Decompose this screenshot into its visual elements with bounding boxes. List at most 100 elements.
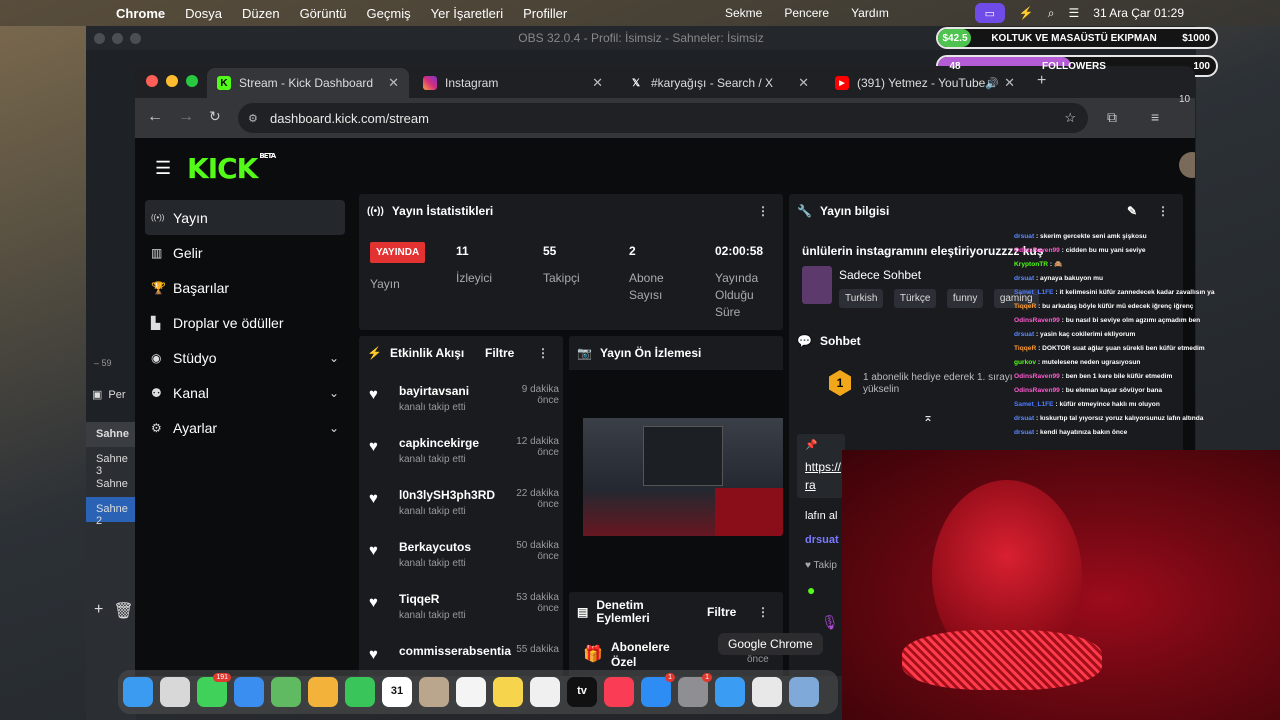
facetime-icon[interactable] <box>345 677 375 707</box>
pinned-link[interactable]: https:// <box>805 460 841 474</box>
preview-video[interactable] <box>583 418 783 536</box>
event-username[interactable]: commisserabsentia <box>399 644 511 658</box>
obs-scene-item-active[interactable]: Sahne 2 <box>86 497 136 527</box>
kick-logo[interactable]: KICK BETA <box>187 152 276 185</box>
media-controls-icon[interactable]: ≡ <box>1151 109 1159 125</box>
add-scene-icon[interactable]: + <box>94 601 103 621</box>
tag[interactable]: Türkçe <box>893 289 937 308</box>
chevron-down-icon[interactable]: ⌄ <box>329 421 339 435</box>
menu-clock[interactable]: 31 Ara Çar 01:29 <box>1093 6 1184 20</box>
close-tab-icon[interactable]: ✕ <box>388 75 399 91</box>
event-username[interactable]: capkincekirge <box>399 436 479 450</box>
notes-icon[interactable] <box>493 677 523 707</box>
close-window-button[interactable] <box>146 75 158 87</box>
menu-item-view[interactable]: Görüntü <box>300 6 347 21</box>
audio-playing-icon[interactable]: 🔊 <box>985 77 999 90</box>
tab-kick-dashboard[interactable]: K Stream - Kick Dashboard ✕ <box>207 68 409 98</box>
back-icon[interactable]: ← <box>147 108 163 126</box>
new-tab-button[interactable]: + <box>1037 72 1046 90</box>
event-username[interactable]: l0n3lySH3ph3RD <box>399 488 495 502</box>
appletv-icon[interactable]: tv <box>567 677 597 707</box>
chat-username[interactable]: drsuat <box>805 534 839 546</box>
calendar-icon[interactable]: 31 <box>382 677 412 707</box>
preview-icon[interactable] <box>789 677 819 707</box>
system-settings-icon[interactable]: 1 <box>678 673 712 707</box>
more-options-icon[interactable]: ⋮ <box>757 605 769 619</box>
freeform-icon[interactable] <box>530 677 560 707</box>
contacts-icon[interactable] <box>419 677 449 707</box>
category-thumbnail[interactable] <box>802 266 832 304</box>
sidebar-item-stüdyo[interactable]: ◉ Stüdyo ⌄ <box>145 340 345 375</box>
chrome-icon[interactable] <box>752 677 782 707</box>
more-options-icon[interactable]: ⋮ <box>537 346 549 360</box>
obs-properties-row[interactable]: ▣ Per <box>92 388 126 402</box>
event-username[interactable]: Berkaycutos <box>399 540 471 554</box>
screen-mirroring-icon[interactable]: ▭ <box>974 3 1005 23</box>
menu-app-name[interactable]: Chrome <box>116 6 165 21</box>
sidebar-item-ayarlar[interactable]: ⚙ Ayarlar ⌄ <box>145 410 345 445</box>
control-center-icon[interactable]: ☰ <box>1069 6 1080 20</box>
extensions-icon[interactable]: ⧉ <box>1107 109 1117 126</box>
obs-scene-item[interactable]: Sahne <box>86 472 136 497</box>
tab-x-search[interactable]: 𝕏 #karyağışı - Search / X ✕ <box>619 68 819 98</box>
photos-icon[interactable] <box>308 677 338 707</box>
menu-item-tab[interactable]: Sekme <box>725 6 762 20</box>
pinned-link-cont[interactable]: ra <box>805 478 816 492</box>
menu-item-profiles[interactable]: Profiller <box>523 6 567 21</box>
tab-youtube[interactable]: ▶ (391) Yetmez - YouTube 🔊 ✕ <box>825 68 1025 98</box>
minimize-window-button[interactable] <box>166 75 178 87</box>
event-username[interactable]: bayirtavsani <box>399 384 469 398</box>
hamburger-menu-icon[interactable]: ☰ <box>155 158 171 179</box>
sidebar-item-başarılar[interactable]: 🏆 Başarılar <box>145 270 345 305</box>
close-tab-icon[interactable]: ✕ <box>1004 75 1015 91</box>
site-info-icon[interactable]: ⚙ <box>248 112 258 125</box>
moderation-filter-button[interactable]: Filtre <box>707 605 736 619</box>
omnibox[interactable]: ⚙ dashboard.kick.com/stream ☆ <box>238 103 1088 133</box>
music-icon[interactable] <box>604 677 634 707</box>
safari-icon[interactable] <box>715 677 745 707</box>
sidebar-item-gelir[interactable]: ▥ Gelir <box>145 235 345 270</box>
messages-icon[interactable]: 191 <box>197 673 231 707</box>
menu-item-help[interactable]: Yardım <box>851 6 889 20</box>
sidebar-item-yayın[interactable]: ((•)) Yayın <box>145 200 345 235</box>
microphone-icon[interactable]: 🎙 <box>821 614 839 631</box>
edit-icon[interactable]: ✎ <box>1127 204 1137 218</box>
mail-icon[interactable] <box>234 677 264 707</box>
more-options-icon[interactable]: ⋮ <box>1157 204 1169 218</box>
menu-item-window[interactable]: Pencere <box>784 6 829 20</box>
spotlight-search-icon[interactable]: ⌕ <box>1048 6 1055 21</box>
collapse-icon[interactable]: ⌅ <box>923 410 933 424</box>
chevron-down-icon[interactable]: ⌄ <box>329 386 339 400</box>
chevron-down-icon[interactable]: ⌄ <box>329 351 339 365</box>
sidebar-item-droplar-ve-ödüller[interactable]: ▙ Droplar ve ödüller <box>145 305 345 340</box>
launchpad-icon[interactable] <box>160 677 190 707</box>
obs-scene-item[interactable]: Sahne 3 <box>86 447 136 477</box>
menu-item-edit[interactable]: Düzen <box>242 6 280 21</box>
reminders-icon[interactable] <box>456 677 486 707</box>
tab-instagram[interactable]: Instagram ✕ <box>413 68 613 98</box>
activity-filter-button[interactable]: Filtre <box>485 346 514 360</box>
tag[interactable]: funny <box>946 289 984 308</box>
emote-icon[interactable]: ● <box>807 582 815 598</box>
obs-window-controls[interactable] <box>94 33 141 44</box>
maximize-window-button[interactable] <box>186 75 198 87</box>
user-avatar[interactable] <box>1179 152 1195 178</box>
menu-item-file[interactable]: Dosya <box>185 6 222 21</box>
sidebar-item-kanal[interactable]: ⚉ Kanal ⌄ <box>145 375 345 410</box>
menu-item-bookmarks[interactable]: Yer İşaretleri <box>431 6 504 21</box>
bookmark-star-icon[interactable]: ☆ <box>1064 110 1076 126</box>
reload-icon[interactable]: ↻ <box>209 108 221 125</box>
category-name[interactable]: Sadece Sohbet <box>839 268 921 282</box>
close-tab-icon[interactable]: ✕ <box>592 75 603 91</box>
finder-icon[interactable] <box>123 677 153 707</box>
bluetooth-icon[interactable]: ⚡ <box>1019 6 1034 20</box>
event-username[interactable]: TiqqeR <box>399 592 439 606</box>
forward-icon[interactable]: → <box>178 108 194 126</box>
trash-icon[interactable]: 🗑 <box>113 601 133 621</box>
more-options-icon[interactable]: ⋮ <box>757 204 769 218</box>
appstore-icon[interactable]: 1 <box>641 673 675 707</box>
close-tab-icon[interactable]: ✕ <box>798 75 809 91</box>
tag[interactable]: Turkish <box>839 289 884 308</box>
menu-item-history[interactable]: Geçmiş <box>367 6 411 21</box>
maps-icon[interactable] <box>271 677 301 707</box>
